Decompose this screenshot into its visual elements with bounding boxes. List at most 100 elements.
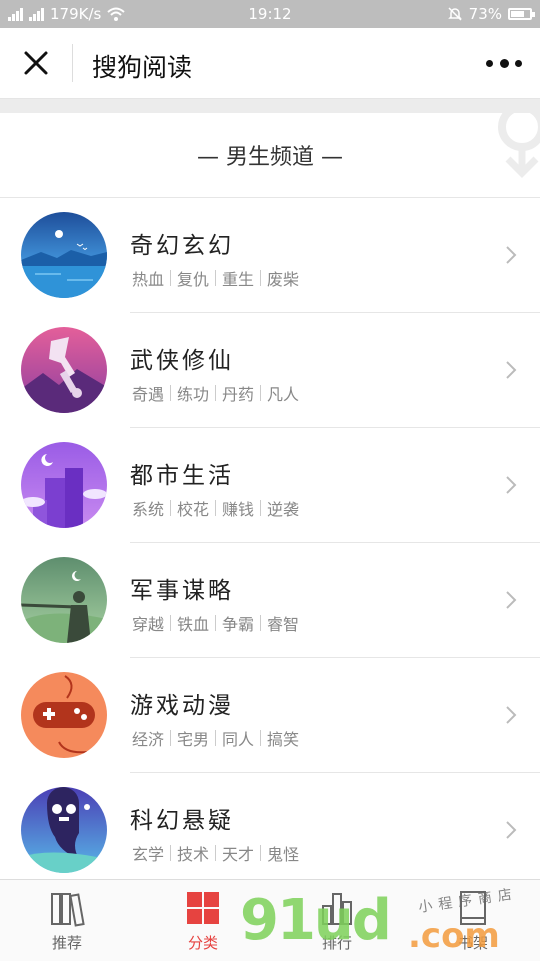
tag: 技术 xyxy=(177,845,210,864)
battery-percent: 73% xyxy=(468,5,502,23)
tag: 练功 xyxy=(177,385,210,404)
category-tags: 玄学 技术 天才 鬼怪 xyxy=(130,841,301,865)
gamepad-icon xyxy=(21,672,107,758)
tab-bookshelf[interactable]: 书架 xyxy=(428,888,518,953)
tag: 天才 xyxy=(222,845,255,864)
tag: 废柴 xyxy=(267,270,300,289)
bottom-tab-bar: 推荐 分类 排行 书架 xyxy=(0,879,540,961)
title-bar: 搜狗阅读 xyxy=(0,28,540,99)
tag-divider xyxy=(260,500,262,516)
channel-header: — 男生频道 — xyxy=(0,113,540,198)
tag: 复仇 xyxy=(177,270,210,289)
tag-divider xyxy=(170,730,172,746)
tag-divider xyxy=(215,500,217,516)
chevron-right-icon xyxy=(506,706,517,724)
tab-label: 排行 xyxy=(321,934,352,952)
tag: 凡人 xyxy=(267,385,300,404)
city-building-icon xyxy=(21,442,107,528)
tag: 热血 xyxy=(132,270,165,289)
tag: 睿智 xyxy=(267,615,300,634)
tag: 经济 xyxy=(132,730,165,749)
category-item[interactable]: 武侠修仙 奇遇 练功 丹药 凡人 xyxy=(0,313,540,428)
category-name: 武侠修仙 xyxy=(130,348,234,374)
close-button[interactable] xyxy=(18,45,54,81)
tab-label: 分类 xyxy=(187,934,218,952)
ranking-icon xyxy=(322,893,352,925)
male-symbol-icon xyxy=(498,113,540,178)
category-name: 游戏动漫 xyxy=(130,693,234,719)
tag-divider xyxy=(260,385,262,401)
category-item[interactable]: 都市生活 系统 校花 赚钱 逆袭 xyxy=(0,428,540,543)
mute-bell-icon xyxy=(447,7,462,21)
tag-divider xyxy=(170,615,172,631)
chevron-right-icon xyxy=(506,361,517,379)
category-tags: 系统 校花 赚钱 逆袭 xyxy=(130,496,301,520)
more-dot-icon xyxy=(515,59,522,67)
tag-divider xyxy=(170,845,172,861)
category-item[interactable]: 科幻悬疑 玄学 技术 天才 鬼怪 xyxy=(0,773,540,888)
category-tags: 经济 宅男 同人 搞笑 xyxy=(130,726,301,750)
tag: 穿越 xyxy=(132,615,165,634)
more-dot-icon xyxy=(486,59,493,67)
category-name: 科幻悬疑 xyxy=(130,808,234,834)
soldier-rifle-icon xyxy=(21,557,107,643)
tag-divider xyxy=(170,500,172,516)
tag: 鬼怪 xyxy=(267,845,300,864)
category-item[interactable]: 奇幻玄幻 热血 复仇 重生 废柴 xyxy=(0,198,540,313)
tag-divider xyxy=(260,730,262,746)
tag: 奇遇 xyxy=(132,385,165,404)
category-name: 都市生活 xyxy=(130,463,234,489)
tag: 赚钱 xyxy=(222,500,255,519)
chevron-right-icon xyxy=(506,591,517,609)
chevron-right-icon xyxy=(506,476,517,494)
category-item[interactable]: 游戏动漫 经济 宅男 同人 搞笑 xyxy=(0,658,540,773)
tab-category[interactable]: 分类 xyxy=(158,888,248,953)
page-title: 搜狗阅读 xyxy=(92,53,193,82)
tab-label: 书架 xyxy=(457,934,488,952)
battery-icon xyxy=(508,8,535,20)
tag-divider xyxy=(260,845,262,861)
bookshelf-icon xyxy=(460,891,486,925)
category-name: 军事谋略 xyxy=(130,578,234,604)
tag: 争霸 xyxy=(222,615,255,634)
tag-divider xyxy=(215,730,217,746)
tag: 搞笑 xyxy=(267,730,300,749)
books-icon xyxy=(51,893,85,927)
tab-recommend[interactable]: 推荐 xyxy=(22,888,112,953)
category-tags: 奇遇 练功 丹药 凡人 xyxy=(130,381,301,405)
ghost-icon xyxy=(21,787,107,873)
title-divider xyxy=(72,44,73,82)
tag: 同人 xyxy=(222,730,255,749)
tag: 丹药 xyxy=(222,385,255,404)
tag: 重生 xyxy=(222,270,255,289)
channel-label: — 男生频道 — xyxy=(197,145,343,170)
tag-divider xyxy=(170,385,172,401)
tag-divider xyxy=(260,270,262,286)
tag: 校花 xyxy=(177,500,210,519)
tag: 逆袭 xyxy=(267,500,300,519)
tab-label: 推荐 xyxy=(51,934,82,952)
tag-divider xyxy=(215,270,217,286)
sword-icon xyxy=(21,327,107,413)
moon-lake-icon xyxy=(21,212,107,298)
category-name: 奇幻玄幻 xyxy=(130,233,234,259)
tag-divider xyxy=(170,270,172,286)
status-right: 73% xyxy=(447,5,535,23)
category-list: 奇幻玄幻 热血 复仇 重生 废柴 武侠修仙 奇遇 练功 丹药 凡人 都市生活 系… xyxy=(0,198,540,888)
category-tags: 热血 复仇 重生 废柴 xyxy=(130,266,301,290)
more-dot-icon xyxy=(499,58,509,68)
tag-divider xyxy=(215,845,217,861)
tab-ranking[interactable]: 排行 xyxy=(292,888,382,953)
tag-divider xyxy=(215,385,217,401)
tag: 宅男 xyxy=(177,730,210,749)
category-item[interactable]: 军事谋略 穿越 铁血 争霸 睿智 xyxy=(0,543,540,658)
section-gap xyxy=(0,99,540,113)
chevron-right-icon xyxy=(506,246,517,264)
status-bar: 179K/s 19:12 73% xyxy=(0,0,540,28)
tag-divider xyxy=(215,615,217,631)
tag: 玄学 xyxy=(132,845,165,864)
more-button[interactable] xyxy=(486,50,522,76)
grid-icon xyxy=(187,892,219,924)
close-icon xyxy=(24,51,48,75)
tag: 铁血 xyxy=(177,615,210,634)
